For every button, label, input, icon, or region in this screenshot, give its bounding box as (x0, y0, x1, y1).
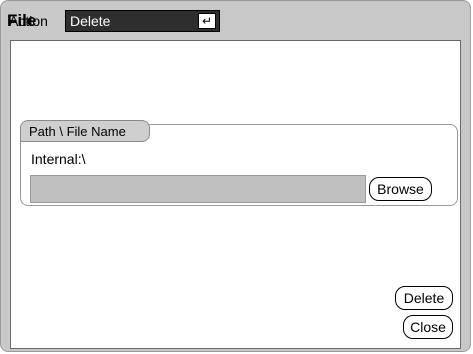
path-field[interactable]: Internal:\ (30, 147, 455, 171)
enter-key-icon[interactable]: ↵ (198, 13, 216, 29)
filename-field[interactable] (30, 175, 366, 203)
action-selected-value: Delete (70, 13, 111, 29)
path-file-group-title: Path \ File Name (29, 124, 126, 139)
close-button[interactable]: Close (403, 315, 453, 339)
browse-button[interactable]: Browse (369, 177, 432, 201)
delete-button[interactable]: Delete (395, 286, 453, 310)
path-file-group-header: Path \ File Name (20, 120, 150, 142)
action-label: Action (9, 13, 48, 29)
action-dropdown[interactable]: Delete ↵ (65, 10, 220, 32)
path-value: Internal:\ (31, 151, 86, 167)
